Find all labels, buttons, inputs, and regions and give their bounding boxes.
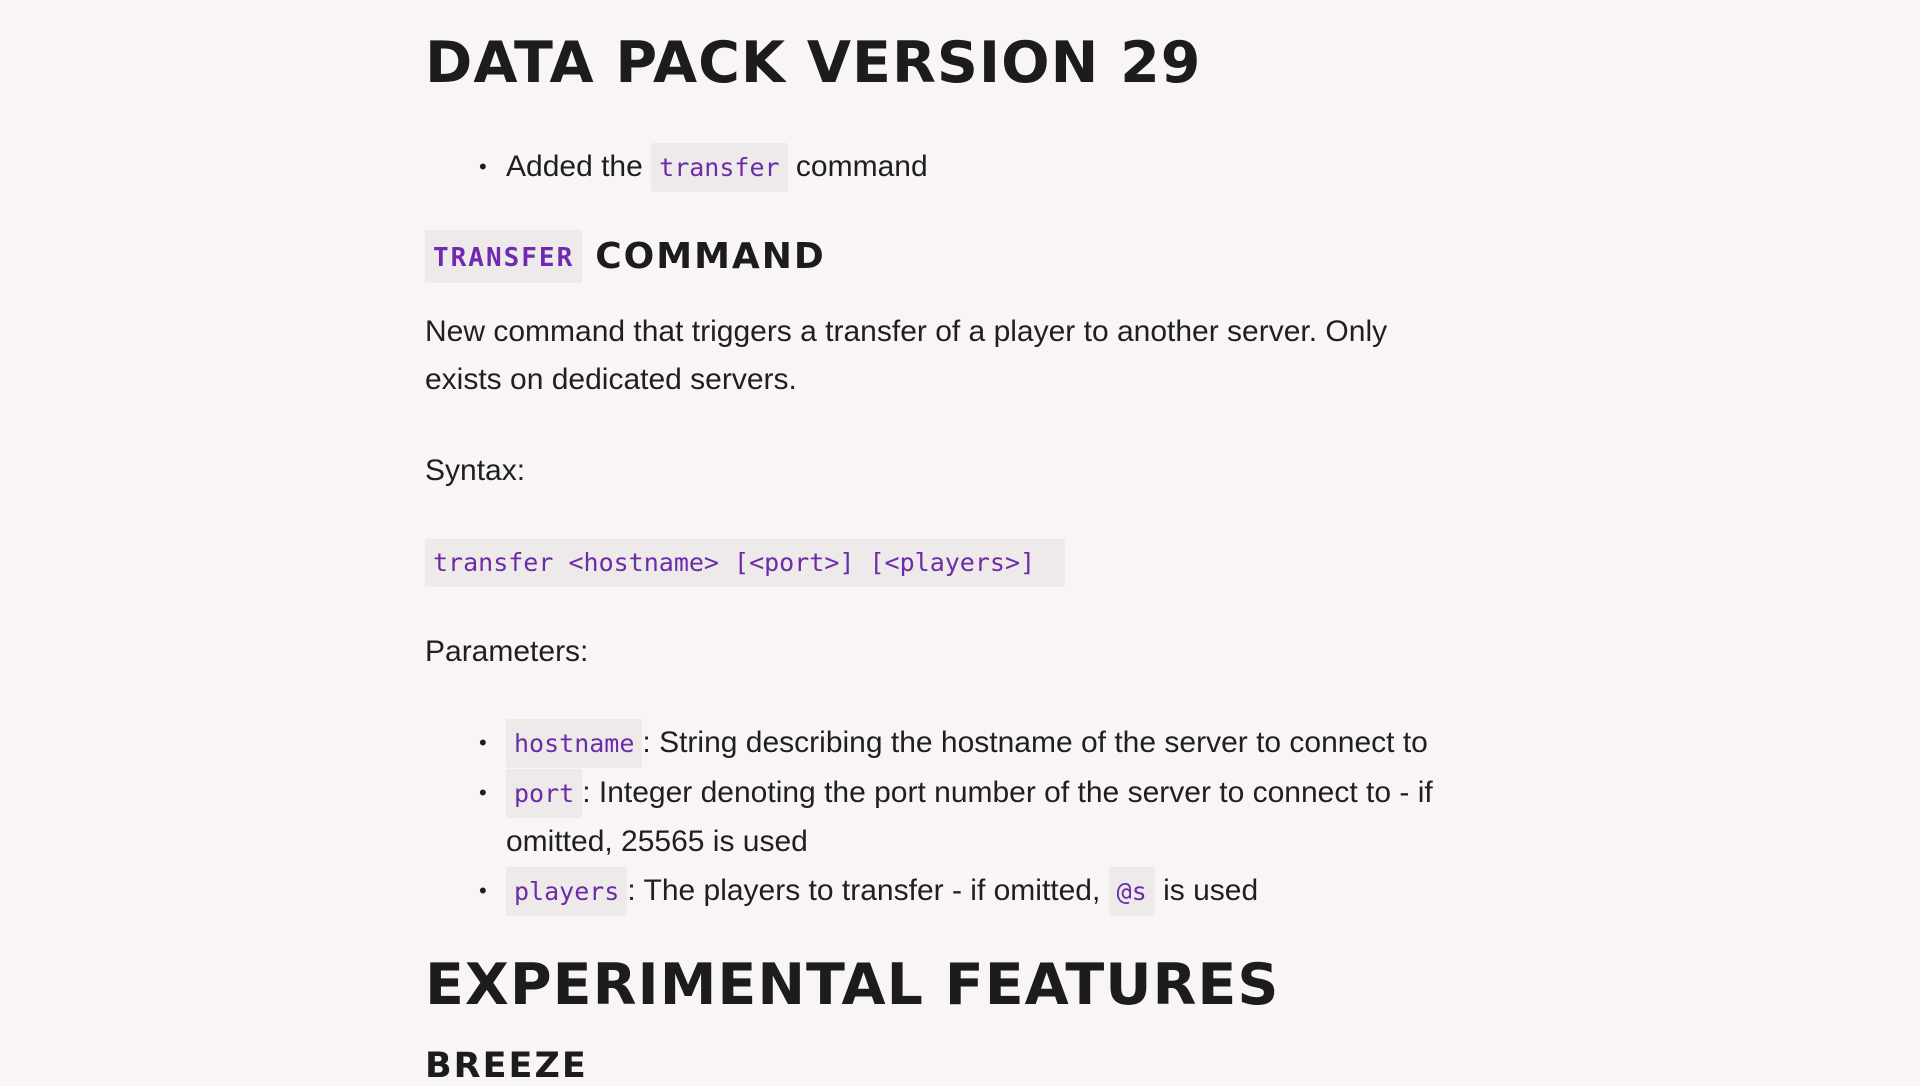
description-line-1: New command that triggers a transfer of … — [425, 315, 1388, 348]
list-item-text-after: command — [795, 150, 928, 183]
bullet-icon: • — [479, 779, 487, 805]
parameters-label: Parameters: — [425, 635, 589, 668]
heading-text-command: COMMAND — [595, 235, 826, 277]
param-desc: : Integer denoting the port number of th… — [582, 775, 1433, 809]
syntax-code-block: transfer <hostname> [<port>] [<players>] — [425, 539, 1065, 587]
inline-code-selector: @s — [1108, 866, 1155, 916]
parameter-item-port: • port: Integer denoting the port number… — [479, 768, 1433, 867]
inline-code-transfer: transfer — [651, 143, 788, 192]
param-name-port: port — [506, 768, 583, 818]
parameter-item-players: • players: The players to transfer - if … — [479, 866, 1433, 917]
param-name-hostname: hostname — [506, 719, 643, 768]
description-line-2: exists on dedicated servers. — [425, 363, 797, 396]
summary-list: • Added the transfer command — [479, 143, 928, 193]
bullet-icon: • — [479, 730, 487, 755]
bullet-icon: • — [479, 154, 487, 179]
syntax-label: Syntax: — [425, 454, 526, 487]
param-desc: : String describing the hostname of the … — [642, 726, 1428, 759]
list-item: • Added the transfer command — [479, 143, 928, 193]
param-desc-end: is used — [1163, 873, 1259, 907]
section-heading-experimental: EXPERIMENTAL FEATURES — [425, 952, 1280, 1018]
heading-code-transfer: TRANSFER — [425, 230, 583, 283]
bullet-icon: • — [479, 877, 487, 903]
parameters-list: • hostname: String describing the hostna… — [479, 719, 1433, 916]
page-title: DATA PACK VERSION 29 — [425, 30, 1202, 96]
parameter-item-hostname: • hostname: String describing the hostna… — [479, 719, 1433, 769]
subsection-heading-breeze: BREEZE — [425, 1046, 588, 1086]
param-desc: : The players to transfer - if omitted, — [627, 873, 1101, 907]
list-item-text-before: Added the — [506, 150, 643, 183]
param-name-players: players — [506, 866, 628, 916]
param-desc-continued: omitted, 25565 is used — [506, 825, 808, 858]
section-heading-transfer-command: TRANSFER COMMAND — [425, 230, 826, 283]
command-description: New command that triggers a transfer of … — [425, 308, 1387, 404]
